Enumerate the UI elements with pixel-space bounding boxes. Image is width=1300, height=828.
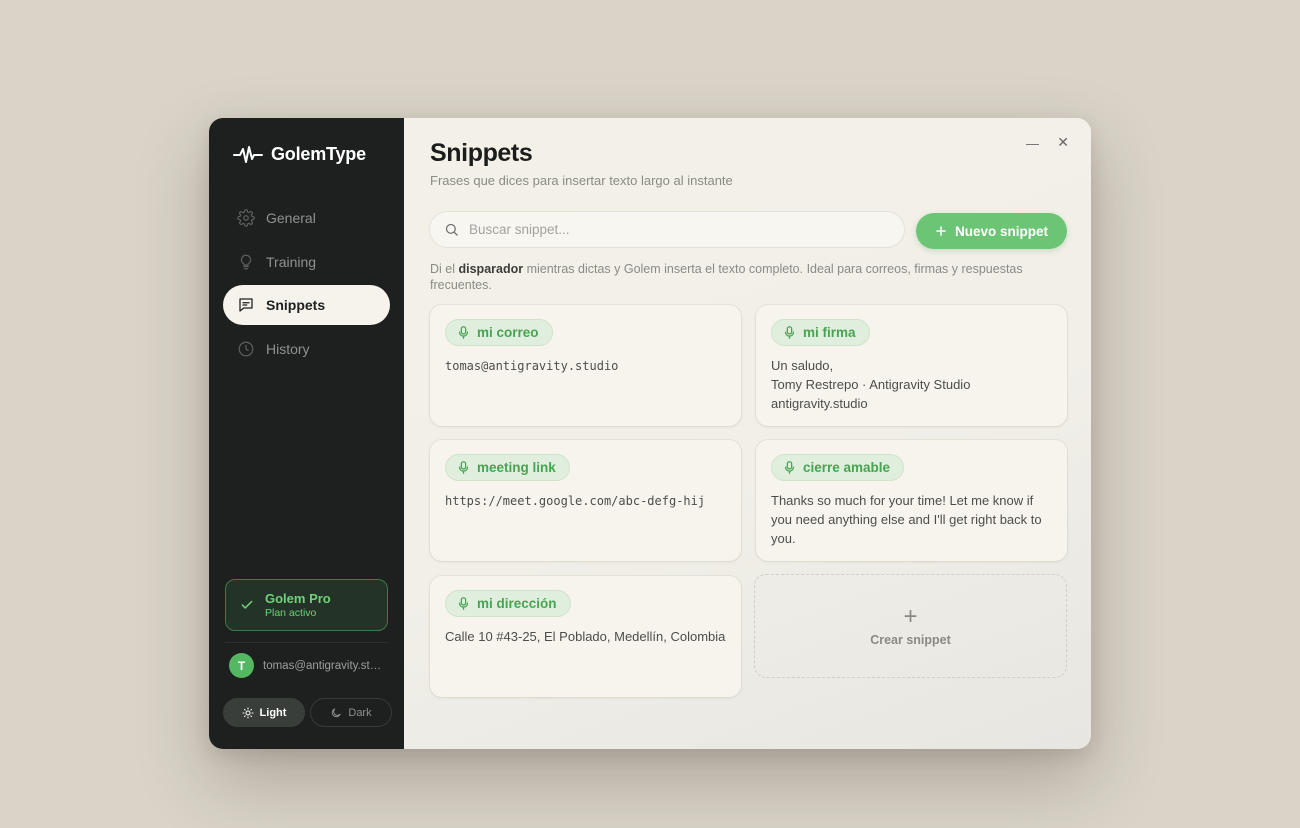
snippet-card-meeting-link[interactable]: meeting link https://meet.google.com/abc… [430, 440, 741, 561]
trigger-badge: mi firma [771, 319, 870, 346]
trigger-badge: mi dirección [445, 590, 571, 617]
plan-card[interactable]: Golem Pro Plan activo [225, 579, 388, 631]
sidebar: GolemType General Training Snippets Hist… [209, 118, 404, 749]
sidebar-divider [225, 642, 388, 643]
microphone-icon [458, 461, 469, 474]
moon-icon [332, 708, 341, 717]
trigger-badge: cierre amable [771, 454, 905, 481]
snippet-card-cierre-amable[interactable]: cierre amable Thanks so much for your ti… [756, 440, 1067, 561]
snippet-line: antigravity.studio [771, 396, 868, 411]
theme-light-label: Light [259, 706, 287, 719]
app-name: GolemType [271, 144, 366, 164]
pulse-logo-icon [233, 145, 263, 163]
microphone-icon [784, 326, 795, 339]
sidebar-item-label: General [266, 210, 316, 226]
trigger-label: meeting link [477, 460, 556, 475]
trigger-label: mi correo [477, 325, 539, 340]
snippet-card-mi-correo[interactable]: mi correo tomas@antigravity.studio [430, 305, 741, 426]
minimize-button[interactable] [1026, 136, 1039, 150]
sun-icon [242, 707, 254, 718]
theme-dark-label: Dark [348, 706, 372, 719]
microphone-icon [784, 461, 795, 474]
search-input[interactable]: Buscar snippet... [429, 211, 905, 248]
snippet-text: Thanks so much for your time! Let me kno… [771, 493, 1042, 546]
theme-light-button[interactable]: Light [223, 698, 305, 727]
main-panel: ✕ Snippets Frases que dices para inserta… [404, 118, 1091, 749]
microphone-icon [458, 597, 469, 610]
new-snippet-label: Nuevo snippet [954, 223, 1048, 239]
page-title: Snippets [430, 139, 533, 167]
sidebar-item-training[interactable]: Training [223, 242, 390, 282]
snippet-text: https://meet.google.com/abc-defg-hij [445, 494, 706, 508]
sidebar-item-snippets[interactable]: Snippets [223, 285, 390, 325]
sidebar-nav: General Training Snippets History [223, 198, 390, 372]
gear-icon [237, 209, 255, 227]
snippet-text: Calle 10 #43-25, El Poblado, Medellín, C… [445, 629, 726, 644]
snippet-card-mi-direccion[interactable]: mi dirección Calle 10 #43-25, El Poblado… [430, 576, 741, 697]
sidebar-item-label: Snippets [266, 297, 326, 313]
close-icon: ✕ [1057, 134, 1069, 150]
trigger-label: cierre amable [803, 460, 891, 475]
search-icon [445, 223, 458, 236]
avatar: T [229, 653, 254, 678]
snippet-text: tomas@antigravity.studio [445, 359, 619, 373]
brand: GolemType [233, 144, 366, 165]
create-snippet-label: Crear snippet [870, 632, 951, 647]
snippet-card-mi-firma[interactable]: mi firma Un saludo, Tomy Restrepo · Anti… [756, 305, 1067, 426]
snippet-text: Un saludo, Tomy Restrepo · Antigravity S… [771, 356, 1052, 413]
close-button[interactable]: ✕ [1057, 134, 1069, 150]
trigger-badge: mi correo [445, 319, 553, 346]
info-keyword: disparador [458, 262, 524, 276]
snippet-line: Un saludo, [771, 358, 834, 373]
sidebar-item-label: History [266, 340, 310, 357]
user-account[interactable]: T tomas@antigravity.studio [229, 653, 385, 678]
lightbulb-icon [240, 254, 252, 269]
sidebar-item-label: Training [266, 253, 317, 270]
plus-icon: + [903, 602, 918, 630]
theme-dark-button[interactable]: Dark [310, 698, 392, 727]
check-icon [241, 600, 253, 609]
message-square-icon [239, 298, 253, 312]
trigger-label: mi dirección [477, 596, 557, 611]
new-snippet-button[interactable]: Nuevo snippet [916, 213, 1067, 249]
info-text: Di el disparador mientras dictas y Golem… [430, 261, 1070, 293]
snippet-line: Tomy Restrepo · Antigravity Studio [771, 377, 971, 392]
create-snippet-card[interactable]: + Crear snippet [754, 574, 1067, 678]
trigger-badge: meeting link [445, 454, 570, 481]
plus-icon [936, 226, 946, 236]
microphone-icon [458, 326, 469, 339]
app-window: GolemType General Training Snippets Hist… [209, 118, 1091, 749]
theme-toggle: Light Dark [223, 698, 392, 727]
page-subtitle: Frases que dices para insertar texto lar… [430, 173, 733, 188]
user-email: tomas@antigravity.studio [263, 659, 385, 672]
plan-title: Golem Pro [265, 591, 331, 606]
search-placeholder: Buscar snippet... [469, 222, 570, 237]
sidebar-item-general[interactable]: General [223, 198, 390, 238]
clock-icon [238, 341, 254, 356]
sidebar-item-history[interactable]: History [223, 329, 390, 369]
trigger-label: mi firma [803, 325, 856, 340]
plan-subtitle: Plan activo [265, 607, 317, 619]
info-prefix: Di el [430, 262, 456, 276]
